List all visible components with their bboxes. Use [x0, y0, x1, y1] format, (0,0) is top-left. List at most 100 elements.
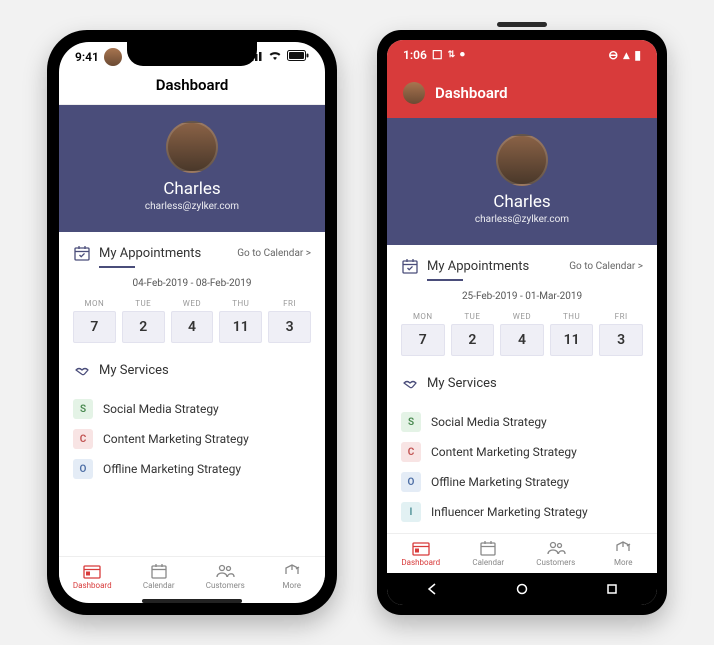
- user-name: Charles: [387, 192, 657, 212]
- services-title: My Services: [427, 376, 643, 391]
- day-count: 11: [219, 311, 262, 343]
- user-email: charless@zylker.com: [387, 214, 657, 225]
- days-row: MON 7TUE2WED4 THU 11FRI3: [401, 312, 643, 356]
- hero-card: Charles charless@zylker.com: [387, 118, 657, 245]
- ios-screen: 9:41 Dashboard Charles charless@zylker: [59, 42, 325, 603]
- avatar-mini[interactable]: [403, 82, 425, 104]
- day-cell[interactable]: WED4: [500, 312, 544, 356]
- status-time: 1:06: [403, 48, 427, 62]
- day-cell[interactable]: MON 7: [73, 299, 116, 343]
- handshake-icon: [73, 361, 91, 379]
- date-range: 04-Feb-2019 - 08-Feb-2019: [73, 278, 311, 289]
- recents-key[interactable]: [604, 581, 620, 597]
- tab-more[interactable]: More: [259, 557, 326, 596]
- service-item[interactable]: O Offline Marketing Strategy: [401, 472, 643, 492]
- content-area: My Appointments Go to Calendar > 04-Feb-…: [59, 232, 325, 556]
- day-count: 11: [550, 324, 594, 356]
- services-header: My Services: [73, 361, 311, 379]
- avatar-mini: [104, 48, 122, 66]
- tab-calendar[interactable]: Calendar: [455, 534, 523, 573]
- service-badge: C: [73, 429, 93, 449]
- speaker-slot: [497, 22, 547, 27]
- day-label: WED: [171, 299, 214, 308]
- avatar[interactable]: [496, 134, 548, 186]
- service-badge: C: [401, 442, 421, 462]
- tab-label: Dashboard: [401, 558, 440, 567]
- section-underline: [427, 279, 463, 281]
- day-cell[interactable]: FRI3: [599, 312, 643, 356]
- service-item[interactable]: IInfluencer Marketing Strategy: [401, 502, 643, 522]
- tab-more[interactable]: More: [590, 534, 658, 573]
- ios-titlebar: Dashboard: [59, 70, 325, 105]
- dnd-icon: ⊖: [608, 48, 618, 62]
- user-name: Charles: [59, 179, 325, 199]
- day-cell[interactable]: THU 11: [219, 299, 262, 343]
- service-name: Social Media Strategy: [103, 402, 219, 416]
- day-count: 7: [401, 324, 445, 356]
- day-label: THU: [550, 312, 594, 321]
- go-to-calendar-link[interactable]: Go to Calendar >: [569, 261, 643, 272]
- service-badge: S: [73, 399, 93, 419]
- tab-dashboard[interactable]: Dashboard: [59, 557, 126, 596]
- appointments-title: My Appointments: [427, 259, 561, 274]
- service-item[interactable]: C Content Marketing Strategy: [73, 429, 311, 449]
- appointments-header: My Appointments Go to Calendar >: [73, 244, 311, 262]
- tab-calendar[interactable]: Calendar: [126, 557, 193, 596]
- hero-card: Charles charless@zylker.com: [59, 105, 325, 232]
- service-name: Content Marketing Strategy: [103, 432, 249, 446]
- day-label: MON: [401, 312, 445, 321]
- calendar-icon: [479, 540, 497, 556]
- tab-customers[interactable]: Customers: [522, 534, 590, 573]
- service-item[interactable]: CContent Marketing Strategy: [401, 442, 643, 462]
- network-icon: ⇅: [448, 50, 456, 60]
- service-item[interactable]: S Social Media Strategy: [73, 399, 311, 419]
- tab-dashboard[interactable]: Dashboard: [387, 534, 455, 573]
- tab-label: More: [283, 581, 301, 590]
- tab-bar: Dashboard Calendar Customers More: [59, 556, 325, 596]
- wifi-icon: [268, 50, 282, 64]
- tab-label: Customers: [536, 558, 575, 567]
- service-badge: S: [401, 412, 421, 432]
- home-key[interactable]: [514, 581, 530, 597]
- day-count: 2: [451, 324, 495, 356]
- service-item[interactable]: SSocial Media Strategy: [401, 412, 643, 432]
- tab-label: Calendar: [143, 581, 175, 590]
- android-frame: 1:06 ☐ ⇅ ⏺ ⊖ ▴ ▮ Dashboard Charles charl…: [377, 30, 667, 615]
- page-title: Dashboard: [156, 76, 229, 94]
- day-label: MON: [73, 299, 116, 308]
- battery-icon: [287, 50, 309, 64]
- signal-icon: ▴: [623, 48, 629, 62]
- day-cell[interactable]: TUE2: [122, 299, 165, 343]
- back-key[interactable]: [424, 581, 440, 597]
- go-to-calendar-link[interactable]: Go to Calendar >: [237, 248, 311, 259]
- day-label: THU: [219, 299, 262, 308]
- service-badge: O: [73, 459, 93, 479]
- day-count: 4: [500, 324, 544, 356]
- service-item[interactable]: OOffline Marketing Strategy: [73, 459, 311, 479]
- section-underline: [99, 266, 135, 268]
- service-name: Offline Marketing Strategy: [431, 475, 569, 489]
- tab-bar: Dashboard Calendar Customers More: [387, 533, 657, 573]
- more-icon: [283, 563, 301, 579]
- avatar[interactable]: [166, 121, 218, 173]
- customers-icon: [546, 540, 566, 556]
- day-count: 3: [599, 324, 643, 356]
- more-icon: [614, 540, 632, 556]
- day-cell[interactable]: THU 11: [550, 312, 594, 356]
- home-indicator[interactable]: [142, 599, 242, 603]
- service-badge: O: [401, 472, 421, 492]
- day-cell[interactable]: WED4: [171, 299, 214, 343]
- days-row: MON 7TUE2WED4 THU 11FRI3: [73, 299, 311, 343]
- tab-label: Customers: [206, 581, 245, 590]
- services-list: S Social Media Strategy C Content Marketing…: [73, 399, 311, 479]
- android-softkeys: [387, 573, 657, 605]
- day-cell[interactable]: TUE2: [451, 312, 495, 356]
- calendar-check-icon: [401, 257, 419, 275]
- tab-customers[interactable]: Customers: [192, 557, 259, 596]
- day-cell[interactable]: MON 7: [401, 312, 445, 356]
- day-cell[interactable]: FRI3: [268, 299, 311, 343]
- day-count: 7: [73, 311, 116, 343]
- tab-label: More: [614, 558, 632, 567]
- android-screen: 1:06 ☐ ⇅ ⏺ ⊖ ▴ ▮ Dashboard Charles charl…: [387, 40, 657, 605]
- service-name: Influencer Marketing Strategy: [431, 505, 588, 519]
